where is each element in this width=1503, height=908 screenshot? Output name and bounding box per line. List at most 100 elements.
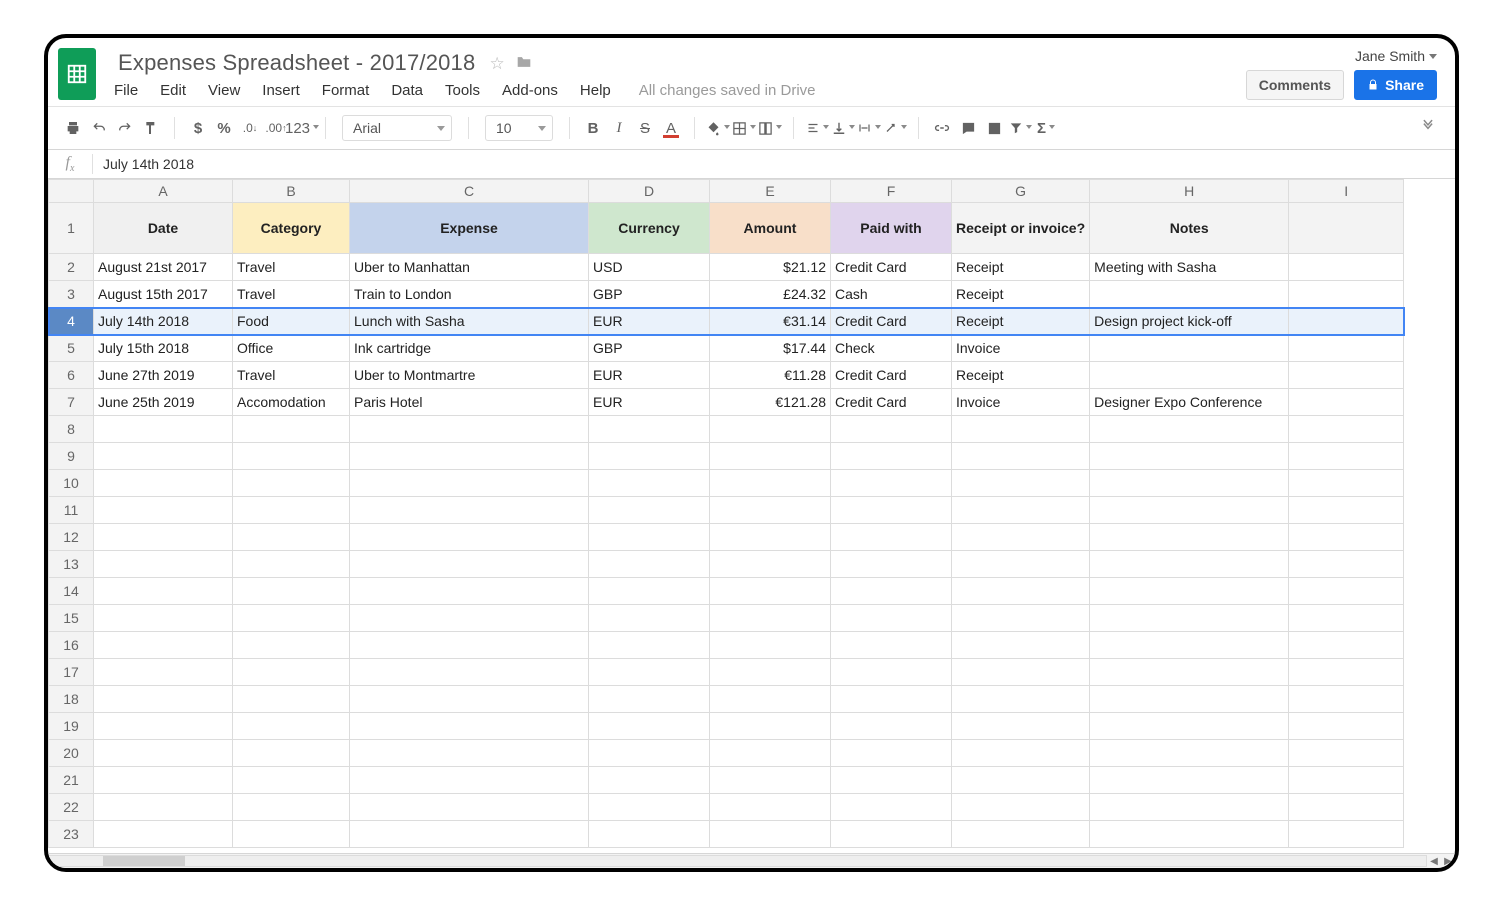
cell-I5[interactable] [1289, 335, 1404, 362]
cell-D6[interactable]: EUR [589, 362, 710, 389]
cell-B20[interactable] [233, 740, 350, 767]
cell-E1[interactable]: Amount [710, 203, 831, 254]
cell-H19[interactable] [1090, 713, 1289, 740]
cell-E17[interactable] [710, 659, 831, 686]
cell-F22[interactable] [831, 794, 952, 821]
cell-C19[interactable] [350, 713, 589, 740]
cell-A8[interactable] [94, 416, 233, 443]
functions-icon[interactable]: Σ [1033, 115, 1059, 141]
cell-F14[interactable] [831, 578, 952, 605]
cell-H5[interactable] [1090, 335, 1289, 362]
cell-E21[interactable] [710, 767, 831, 794]
cell-F10[interactable] [831, 470, 952, 497]
strikethrough-icon[interactable]: S [632, 115, 658, 141]
cell-I7[interactable] [1289, 389, 1404, 416]
cell-F4[interactable]: Credit Card [831, 308, 952, 335]
cell-G12[interactable] [952, 524, 1090, 551]
cell-E4[interactable]: €31.14 [710, 308, 831, 335]
cell-E18[interactable] [710, 686, 831, 713]
print-icon[interactable] [60, 115, 86, 141]
cell-B8[interactable] [233, 416, 350, 443]
redo-icon[interactable] [112, 115, 138, 141]
cell-I15[interactable] [1289, 605, 1404, 632]
undo-icon[interactable] [86, 115, 112, 141]
cell-I23[interactable] [1289, 821, 1404, 848]
cell-H4[interactable]: Design project kick-off [1090, 308, 1289, 335]
merge-cells-icon[interactable] [757, 115, 783, 141]
cell-G17[interactable] [952, 659, 1090, 686]
cell-A14[interactable] [94, 578, 233, 605]
cell-C23[interactable] [350, 821, 589, 848]
cell-C10[interactable] [350, 470, 589, 497]
cell-G22[interactable] [952, 794, 1090, 821]
cell-H6[interactable] [1090, 362, 1289, 389]
cell-I11[interactable] [1289, 497, 1404, 524]
cell-C21[interactable] [350, 767, 589, 794]
cell-I9[interactable] [1289, 443, 1404, 470]
cell-E5[interactable]: $17.44 [710, 335, 831, 362]
cell-H3[interactable] [1090, 281, 1289, 308]
cell-B3[interactable]: Travel [233, 281, 350, 308]
row-header-6[interactable]: 6 [49, 362, 94, 389]
cell-I19[interactable] [1289, 713, 1404, 740]
cell-A21[interactable] [94, 767, 233, 794]
menu-data[interactable]: Data [391, 82, 423, 99]
cell-C16[interactable] [350, 632, 589, 659]
menu-tools[interactable]: Tools [445, 82, 480, 99]
cell-C8[interactable] [350, 416, 589, 443]
share-button[interactable]: Share [1354, 70, 1437, 100]
filter-icon[interactable] [1007, 115, 1033, 141]
insert-chart-icon[interactable] [981, 115, 1007, 141]
cell-H15[interactable] [1090, 605, 1289, 632]
cell-G5[interactable]: Invoice [952, 335, 1090, 362]
cell-C3[interactable]: Train to London [350, 281, 589, 308]
cell-F3[interactable]: Cash [831, 281, 952, 308]
cell-D4[interactable]: EUR [589, 308, 710, 335]
collapse-toolbar-icon[interactable] [1421, 119, 1443, 138]
row-header-12[interactable]: 12 [49, 524, 94, 551]
cell-B17[interactable] [233, 659, 350, 686]
col-header-G[interactable]: G [952, 180, 1090, 203]
row-header-1[interactable]: 1 [49, 203, 94, 254]
cell-C2[interactable]: Uber to Manhattan [350, 254, 589, 281]
cell-C15[interactable] [350, 605, 589, 632]
cell-F6[interactable]: Credit Card [831, 362, 952, 389]
cell-I22[interactable] [1289, 794, 1404, 821]
col-header-F[interactable]: F [831, 180, 952, 203]
row-header-17[interactable]: 17 [49, 659, 94, 686]
cell-I6[interactable] [1289, 362, 1404, 389]
cell-I4[interactable] [1289, 308, 1404, 335]
cell-H11[interactable] [1090, 497, 1289, 524]
cell-H14[interactable] [1090, 578, 1289, 605]
cell-E23[interactable] [710, 821, 831, 848]
cell-D16[interactable] [589, 632, 710, 659]
cell-B9[interactable] [233, 443, 350, 470]
bold-icon[interactable]: B [580, 115, 606, 141]
cell-C20[interactable] [350, 740, 589, 767]
row-header-2[interactable]: 2 [49, 254, 94, 281]
cell-F15[interactable] [831, 605, 952, 632]
cell-B7[interactable]: Accomodation [233, 389, 350, 416]
cell-B22[interactable] [233, 794, 350, 821]
insert-comment-icon[interactable] [955, 115, 981, 141]
row-header-22[interactable]: 22 [49, 794, 94, 821]
cell-I17[interactable] [1289, 659, 1404, 686]
account-menu[interactable]: Jane Smith [1355, 48, 1437, 64]
menu-file[interactable]: File [114, 82, 138, 99]
cell-C14[interactable] [350, 578, 589, 605]
cell-B13[interactable] [233, 551, 350, 578]
cell-B5[interactable]: Office [233, 335, 350, 362]
row-header-9[interactable]: 9 [49, 443, 94, 470]
cell-E2[interactable]: $21.12 [710, 254, 831, 281]
h-scrollbar[interactable]: ◀ ▶ [48, 853, 1455, 868]
cell-C7[interactable]: Paris Hotel [350, 389, 589, 416]
cell-H21[interactable] [1090, 767, 1289, 794]
cell-A11[interactable] [94, 497, 233, 524]
cell-C1[interactable]: Expense [350, 203, 589, 254]
cell-F17[interactable] [831, 659, 952, 686]
col-header-A[interactable]: A [94, 180, 233, 203]
cell-I2[interactable] [1289, 254, 1404, 281]
fill-color-icon[interactable] [705, 115, 731, 141]
v-align-icon[interactable] [830, 115, 856, 141]
cell-H20[interactable] [1090, 740, 1289, 767]
